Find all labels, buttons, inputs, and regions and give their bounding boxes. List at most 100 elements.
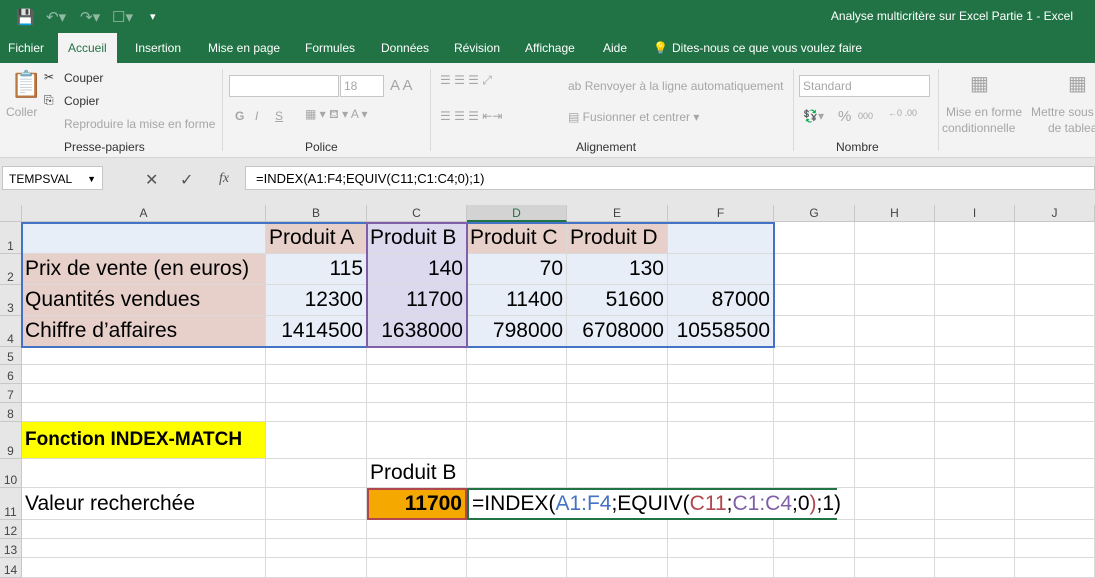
cell-F3[interactable]: 87000 (668, 285, 774, 316)
cell-C2[interactable]: 140 (367, 254, 467, 285)
cell-C1[interactable]: Produit B (367, 222, 467, 254)
cell-A10[interactable] (22, 459, 266, 488)
conditional-format-button-2[interactable]: conditionnelle (942, 121, 1015, 135)
cell-I14[interactable] (935, 558, 1015, 578)
cell-G9[interactable] (774, 422, 855, 459)
cell-B3[interactable]: 12300 (266, 285, 367, 316)
cell-B6[interactable] (266, 365, 367, 384)
cell-D9[interactable] (467, 422, 567, 459)
cell-C14[interactable] (367, 558, 467, 578)
cell-I7[interactable] (935, 384, 1015, 403)
wrap-text-button[interactable]: ab Renvoyer à la ligne automatiquement (568, 79, 783, 93)
cell-E7[interactable] (567, 384, 668, 403)
cell-G3[interactable] (774, 285, 855, 316)
column-header-G[interactable]: G (774, 205, 855, 222)
cell-I9[interactable] (935, 422, 1015, 459)
cell-H9[interactable] (855, 422, 935, 459)
cell-A14[interactable] (22, 558, 266, 578)
cell-F1[interactable] (668, 222, 774, 254)
cell-B1[interactable]: Produit A (266, 222, 367, 254)
cell-J4[interactable] (1015, 316, 1095, 347)
cell-F5[interactable] (668, 347, 774, 365)
customize-icon[interactable]: ▾ (150, 10, 156, 23)
grow-font-icon[interactable]: A A (390, 77, 413, 94)
cell-D14[interactable] (467, 558, 567, 578)
tell-me-search[interactable]: Dites-nous ce que vous voulez faire (672, 41, 862, 55)
cell-I2[interactable] (935, 254, 1015, 285)
cut-button[interactable]: Couper (64, 71, 103, 85)
cell-A1[interactable] (22, 222, 266, 254)
cell-G1[interactable] (774, 222, 855, 254)
column-header-I[interactable]: I (935, 205, 1015, 222)
row-header-14[interactable]: 14 (0, 558, 22, 578)
font-size-select[interactable]: 18 (340, 75, 384, 97)
cell-C6[interactable] (367, 365, 467, 384)
cell-C5[interactable] (367, 347, 467, 365)
bold-button[interactable]: G (235, 109, 244, 123)
cell-H11[interactable] (855, 488, 935, 520)
cell-C11[interactable]: 11700 (367, 488, 467, 520)
cell-B5[interactable] (266, 347, 367, 365)
cell-F2[interactable] (668, 254, 774, 285)
cell-H8[interactable] (855, 403, 935, 422)
cell-J9[interactable] (1015, 422, 1095, 459)
cell-A5[interactable] (22, 347, 266, 365)
align-icon[interactable]: ☰ ☰ ☰ ⤢ (440, 73, 492, 88)
column-header-C[interactable]: C (367, 205, 467, 222)
italic-button[interactable]: I (255, 109, 258, 123)
cell-I13[interactable] (935, 539, 1015, 558)
cell-A4[interactable]: Chiffre d’affaires (22, 316, 266, 347)
undo-icon[interactable]: ↶▾ (46, 8, 66, 26)
copy-button[interactable]: Copier (64, 94, 99, 108)
touch-mode-icon[interactable]: ☐▾ (112, 8, 133, 26)
cell-J2[interactable] (1015, 254, 1095, 285)
column-header-E[interactable]: E (567, 205, 668, 222)
cell-I5[interactable] (935, 347, 1015, 365)
cell-H4[interactable] (855, 316, 935, 347)
row-header-12[interactable]: 12 (0, 520, 22, 539)
cell-G5[interactable] (774, 347, 855, 365)
underline-button[interactable]: S (275, 109, 283, 123)
row-header-9[interactable]: 9 (0, 422, 22, 459)
cell-H1[interactable] (855, 222, 935, 254)
cell-J11[interactable] (1015, 488, 1095, 520)
cell-B14[interactable] (266, 558, 367, 578)
redo-icon[interactable]: ↷▾ (80, 8, 100, 26)
cell-E3[interactable]: 51600 (567, 285, 668, 316)
font-name-select[interactable] (229, 75, 339, 97)
cell-H6[interactable] (855, 365, 935, 384)
cell-I1[interactable] (935, 222, 1015, 254)
row-header-4[interactable]: 4 (0, 316, 22, 347)
cell-D3[interactable]: 11400 (467, 285, 567, 316)
cell-F8[interactable] (668, 403, 774, 422)
cell-J8[interactable] (1015, 403, 1095, 422)
row-header-8[interactable]: 8 (0, 403, 22, 422)
cell-H13[interactable] (855, 539, 935, 558)
cell-D11-editor[interactable]: =INDEX(A1:F4 ;EQUIV(C11; C1:C4 ;0) ;1) (467, 488, 841, 520)
cell-J14[interactable] (1015, 558, 1095, 578)
cell-E5[interactable] (567, 347, 668, 365)
paste-icon[interactable]: 📋 (10, 69, 42, 100)
formula-input[interactable]: =INDEX(A1:F4;EQUIV(C11;C1:C4;0);1) (245, 166, 1095, 190)
cell-B2[interactable]: 115 (266, 254, 367, 285)
cell-J3[interactable] (1015, 285, 1095, 316)
cell-I6[interactable] (935, 365, 1015, 384)
cell-I11[interactable] (935, 488, 1015, 520)
currency-icon[interactable]: 💱▾ (803, 109, 824, 123)
cell-C13[interactable] (367, 539, 467, 558)
cell-D13[interactable] (467, 539, 567, 558)
tab-aide[interactable]: Aide (603, 41, 627, 55)
cell-E13[interactable] (567, 539, 668, 558)
cell-C7[interactable] (367, 384, 467, 403)
cell-H3[interactable] (855, 285, 935, 316)
row-header-11[interactable]: 11 (0, 488, 22, 520)
cell-E6[interactable] (567, 365, 668, 384)
cell-C9[interactable] (367, 422, 467, 459)
number-format-select[interactable]: Standard (799, 75, 930, 97)
cell-B8[interactable] (266, 403, 367, 422)
tab-affichage[interactable]: Affichage (525, 41, 575, 55)
cell-A8[interactable] (22, 403, 266, 422)
cell-B4[interactable]: 1414500 (266, 316, 367, 347)
cell-D4[interactable]: 798000 (467, 316, 567, 347)
cell-G8[interactable] (774, 403, 855, 422)
